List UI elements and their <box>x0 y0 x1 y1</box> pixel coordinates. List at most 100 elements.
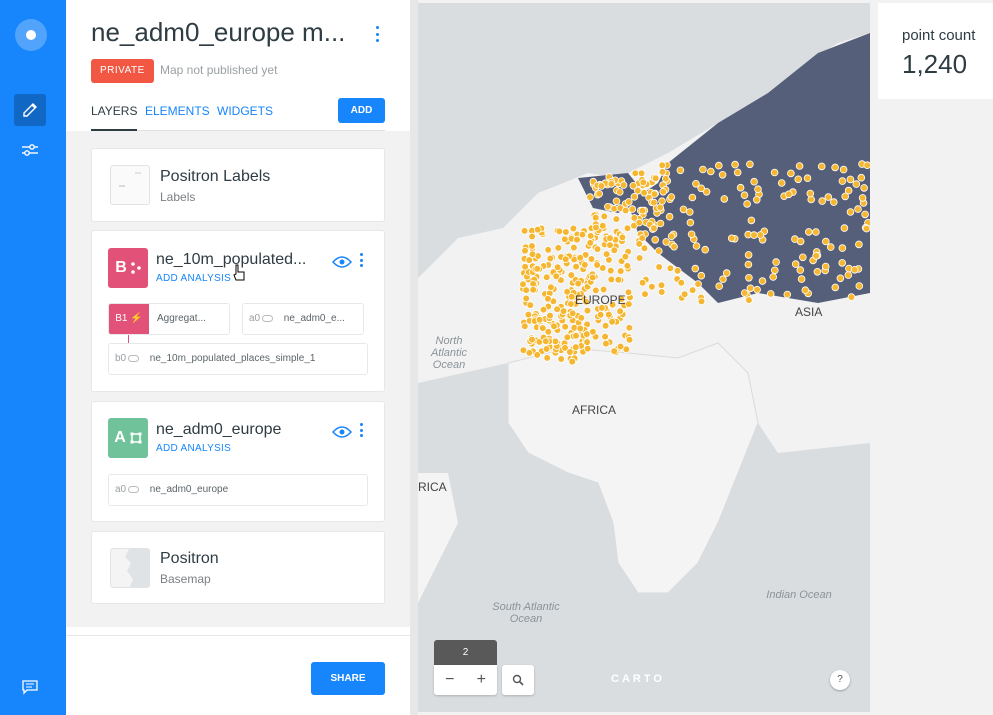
edit-pencil-icon[interactable] <box>14 94 46 126</box>
map-point[interactable] <box>572 331 580 340</box>
layer-options-kebab-icon[interactable] <box>358 423 364 437</box>
map-point[interactable] <box>635 240 644 248</box>
map-point[interactable] <box>625 198 633 206</box>
map-point[interactable] <box>862 224 870 233</box>
map-point[interactable] <box>552 272 561 281</box>
map-point[interactable] <box>754 185 762 194</box>
layer-card-a[interactable]: A ne_adm0_europe ADD ANALYSIS a0 ne_adm0… <box>91 401 385 522</box>
map-point[interactable] <box>746 160 754 169</box>
map-point[interactable] <box>535 315 544 324</box>
zoom-in-button[interactable]: + <box>466 665 498 695</box>
map-point[interactable] <box>651 174 660 183</box>
map-point[interactable] <box>563 333 572 342</box>
map-point[interactable] <box>817 162 826 171</box>
map-point[interactable] <box>750 231 758 239</box>
map-point[interactable] <box>623 224 632 233</box>
map-point[interactable] <box>591 213 600 222</box>
map-point[interactable] <box>521 247 529 255</box>
map-point[interactable] <box>521 322 529 331</box>
map-point[interactable] <box>658 161 667 170</box>
map-point[interactable] <box>561 255 570 264</box>
map-point[interactable] <box>697 184 706 193</box>
map-point[interactable] <box>599 285 608 294</box>
map-point[interactable] <box>640 189 648 197</box>
map-point[interactable] <box>770 168 779 177</box>
map-point[interactable] <box>614 275 623 284</box>
map-point[interactable] <box>784 190 793 199</box>
map-point[interactable] <box>602 250 611 258</box>
map-point[interactable] <box>566 348 574 356</box>
map-point[interactable] <box>850 265 859 274</box>
map-point[interactable] <box>597 182 606 190</box>
map-point[interactable] <box>655 247 663 255</box>
map-point[interactable] <box>714 161 723 170</box>
map-point[interactable] <box>806 189 815 198</box>
map-point[interactable] <box>567 271 576 279</box>
map-title[interactable]: ne_adm0_europe m... <box>91 17 351 48</box>
map-point[interactable] <box>588 273 597 282</box>
map-point[interactable] <box>601 321 610 330</box>
map-point[interactable] <box>602 339 610 348</box>
map-point[interactable] <box>744 251 753 259</box>
map-point[interactable] <box>796 266 805 274</box>
map-point[interactable] <box>601 332 609 341</box>
map-point[interactable] <box>528 242 536 250</box>
map-point[interactable] <box>616 342 625 351</box>
map-point[interactable] <box>836 274 845 283</box>
map-point[interactable] <box>694 280 702 288</box>
map-point[interactable] <box>697 271 706 280</box>
map-point[interactable] <box>752 196 761 204</box>
zoom-out-button[interactable]: − <box>434 665 466 695</box>
analysis-source-node[interactable]: a0 ne_adm0_e... <box>242 303 364 335</box>
map-point[interactable] <box>539 305 548 314</box>
map-point[interactable] <box>747 216 756 225</box>
map-point[interactable] <box>847 293 856 301</box>
map-point[interactable] <box>679 205 688 214</box>
map-point[interactable] <box>685 208 694 216</box>
map-point[interactable] <box>578 230 587 239</box>
map-point[interactable] <box>777 179 786 187</box>
map-point[interactable] <box>574 279 583 288</box>
map-point[interactable] <box>543 354 551 362</box>
map-point[interactable] <box>687 230 696 239</box>
map-point[interactable] <box>583 330 591 338</box>
map-point[interactable] <box>801 286 810 295</box>
map-point[interactable] <box>745 296 753 304</box>
map-point[interactable] <box>547 283 555 292</box>
map-point[interactable] <box>860 184 868 192</box>
map-point[interactable] <box>605 310 613 319</box>
map-point[interactable] <box>666 264 675 273</box>
map-point[interactable] <box>736 183 745 192</box>
map-point[interactable] <box>858 194 867 202</box>
map-point[interactable] <box>756 231 765 239</box>
map-point[interactable] <box>573 235 581 244</box>
map-point[interactable] <box>783 290 792 299</box>
map-point[interactable] <box>821 262 830 271</box>
map-point[interactable] <box>625 323 634 332</box>
layer-name[interactable]: Positron Labels <box>160 168 270 186</box>
map-point[interactable] <box>831 163 839 172</box>
map-point[interactable] <box>655 263 663 271</box>
map-point[interactable] <box>838 259 847 267</box>
map-point[interactable] <box>639 178 648 187</box>
carto-logo-icon[interactable] <box>15 19 47 51</box>
help-button[interactable]: ? <box>830 670 850 690</box>
map-point[interactable] <box>525 256 533 264</box>
map-point[interactable] <box>625 335 634 344</box>
map-point[interactable] <box>699 165 707 174</box>
map-point[interactable] <box>692 242 701 250</box>
map-point[interactable] <box>586 239 595 247</box>
map-point[interactable] <box>758 277 767 285</box>
map-point[interactable] <box>607 275 616 284</box>
chat-icon[interactable] <box>14 671 46 703</box>
map-point[interactable] <box>586 193 594 201</box>
map-canvas[interactable]: EUROPE ASIA AFRICA RICA North Atlantic O… <box>418 3 870 712</box>
map-point[interactable] <box>673 266 682 275</box>
map-point[interactable] <box>718 171 727 179</box>
map-point[interactable] <box>659 188 668 196</box>
map-point[interactable] <box>528 232 536 241</box>
map-point[interactable] <box>610 347 619 355</box>
map-point[interactable] <box>570 243 578 252</box>
map-point[interactable] <box>526 301 535 309</box>
map-point[interactable] <box>804 228 813 236</box>
